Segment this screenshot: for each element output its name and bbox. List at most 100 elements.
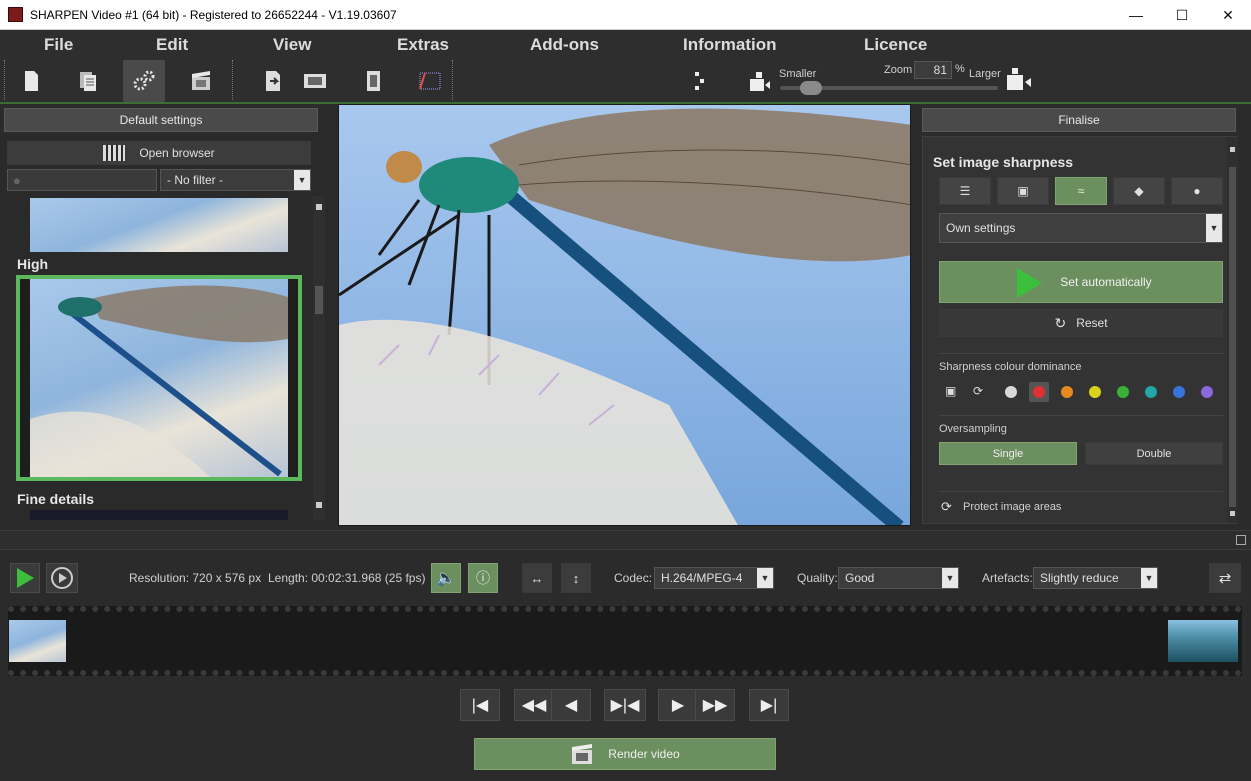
- divider: [939, 415, 1223, 416]
- preset-thumbnail-previous[interactable]: [30, 198, 288, 252]
- toolbar-separator: [232, 60, 234, 100]
- render-video-button[interactable]: Render video: [474, 738, 776, 770]
- sharpness-mode-select[interactable]: Own settings ▼: [939, 213, 1223, 243]
- zoom-unit: %: [955, 63, 965, 75]
- preset-list-scrollbar[interactable]: [313, 196, 325, 520]
- reset-label: Reset: [1076, 316, 1108, 330]
- colour-dot-row: [1001, 382, 1221, 402]
- auto-colour-icon[interactable]: ⟳: [973, 384, 987, 398]
- grid-compare-icon[interactable]: [409, 60, 451, 102]
- scroll-up-arrow-icon[interactable]: [316, 204, 322, 210]
- colour-dot-purple[interactable]: [1197, 382, 1217, 402]
- artefacts-select[interactable]: Slightly reduce ▼: [1033, 567, 1158, 589]
- mode-waves-icon[interactable]: ≈: [1055, 177, 1107, 205]
- colour-dot-white[interactable]: [1001, 382, 1021, 402]
- colour-dot-orange[interactable]: [1057, 382, 1077, 402]
- artefacts-label: Artefacts:: [982, 571, 1033, 585]
- scrollbar-thumb[interactable]: [1229, 167, 1236, 507]
- scroll-down-arrow-icon[interactable]: [316, 502, 322, 508]
- oversampling-double-button[interactable]: Double: [1085, 442, 1223, 465]
- colour-dot-teal[interactable]: [1141, 382, 1161, 402]
- restore-panel-icon[interactable]: [1236, 535, 1246, 545]
- codec-select[interactable]: H.264/MPEG-4 ▼: [654, 567, 774, 589]
- menu-information[interactable]: Information: [683, 35, 777, 55]
- preset-thumbnail-high: [30, 279, 288, 477]
- maximize-button[interactable]: ☐: [1159, 0, 1205, 30]
- fit-height-icon[interactable]: ↕: [561, 563, 591, 593]
- preset-item-high[interactable]: [16, 275, 302, 481]
- open-browser-button[interactable]: Open browser: [7, 141, 311, 165]
- compare-play-button[interactable]: [46, 563, 78, 593]
- export-file-icon[interactable]: [252, 60, 294, 102]
- zoom-in-icon[interactable]: [1005, 66, 1033, 94]
- colour-dot-red[interactable]: [1029, 382, 1049, 402]
- minimize-button[interactable]: —: [1113, 0, 1159, 30]
- rewind-button[interactable]: ◀◀: [514, 689, 554, 721]
- menu-licence[interactable]: Licence: [864, 35, 927, 55]
- filmstrip-timeline[interactable]: [8, 606, 1242, 676]
- zoom-value-field[interactable]: 81: [914, 61, 952, 79]
- protect-areas-label[interactable]: Protect image areas: [963, 501, 1061, 513]
- set-automatically-button[interactable]: Set automatically: [939, 261, 1223, 303]
- new-document-icon[interactable]: [10, 60, 52, 102]
- menu-add-ons[interactable]: Add-ons: [530, 35, 599, 55]
- timeline-end-thumbnail[interactable]: [1168, 620, 1238, 662]
- swap-view-icon[interactable]: ⇄: [1209, 563, 1241, 593]
- open-project-icon[interactable]: [67, 60, 109, 102]
- speaker-icon[interactable]: 🔈: [431, 563, 461, 593]
- colour-dot-green[interactable]: [1113, 382, 1133, 402]
- zoom-slider[interactable]: [780, 81, 998, 95]
- fit-screen-icon[interactable]: [692, 70, 714, 94]
- oversampling-single-button[interactable]: Single: [939, 442, 1077, 465]
- video-clapper-icon[interactable]: [180, 60, 222, 102]
- colour-dot-yellow[interactable]: [1085, 382, 1105, 402]
- zoom-out-icon[interactable]: [746, 68, 772, 94]
- scroll-up-arrow-icon[interactable]: [1230, 147, 1235, 152]
- zoom-slider-handle[interactable]: [799, 81, 822, 95]
- default-settings-header[interactable]: Default settings: [4, 108, 318, 132]
- split-button[interactable]: ▶|◀: [604, 689, 646, 721]
- mode-diamond-icon[interactable]: ◆: [1113, 177, 1165, 205]
- play-button[interactable]: [10, 563, 40, 593]
- colour-dominance-label: Sharpness colour dominance: [939, 361, 1082, 373]
- preset-thumbnail-fine-details[interactable]: [30, 510, 288, 520]
- panel-splitter[interactable]: [0, 530, 1251, 550]
- quality-select[interactable]: Good ▼: [838, 567, 959, 589]
- previous-frame-button[interactable]: ◀: [551, 689, 591, 721]
- scroll-down-arrow-icon[interactable]: [1230, 511, 1235, 516]
- chevron-down-icon: ▼: [294, 170, 310, 190]
- video-preview[interactable]: [338, 104, 911, 526]
- menu-extras[interactable]: Extras: [397, 35, 449, 55]
- next-frame-button[interactable]: ▶: [658, 689, 698, 721]
- timeline-start-thumbnail[interactable]: [9, 620, 66, 662]
- menu-view[interactable]: View: [273, 35, 311, 55]
- scrollbar-thumb[interactable]: [315, 286, 323, 314]
- filter-select[interactable]: - No filter - ▼: [160, 169, 311, 191]
- right-panel-scrollbar[interactable]: [1227, 137, 1238, 523]
- search-input[interactable]: ●: [7, 169, 157, 191]
- fast-forward-button[interactable]: ▶▶: [695, 689, 735, 721]
- menu-file[interactable]: File: [44, 35, 73, 55]
- protect-icon: ⟳: [941, 499, 952, 514]
- menu-edit[interactable]: Edit: [156, 35, 188, 55]
- camera-icon[interactable]: ▣: [945, 384, 959, 398]
- mode-portrait-icon[interactable]: ●: [1171, 177, 1223, 205]
- fit-width-icon[interactable]: ↔: [522, 563, 552, 593]
- filmstrip-icon[interactable]: [294, 60, 336, 102]
- finalise-header[interactable]: Finalise: [922, 108, 1236, 132]
- mode-camera-icon[interactable]: ▣: [997, 177, 1049, 205]
- reset-button[interactable]: ↻ Reset: [939, 309, 1223, 337]
- colour-dot-blue[interactable]: [1169, 382, 1189, 402]
- render-clapper-icon: [572, 744, 593, 764]
- go-to-end-button[interactable]: ▶|: [749, 689, 789, 721]
- page-frame-icon[interactable]: [352, 60, 394, 102]
- codec-value: H.264/MPEG-4: [661, 571, 743, 585]
- settings-gears-icon[interactable]: [123, 60, 165, 102]
- zoom-larger-label: Larger: [969, 68, 1001, 80]
- quality-value: Good: [845, 571, 875, 585]
- info-icon[interactable]: ⓘ: [468, 563, 498, 593]
- close-button[interactable]: ✕: [1205, 0, 1251, 30]
- go-to-start-button[interactable]: |◀: [460, 689, 500, 721]
- render-video-label: Render video: [608, 747, 680, 761]
- mode-document-icon[interactable]: ☰: [939, 177, 991, 205]
